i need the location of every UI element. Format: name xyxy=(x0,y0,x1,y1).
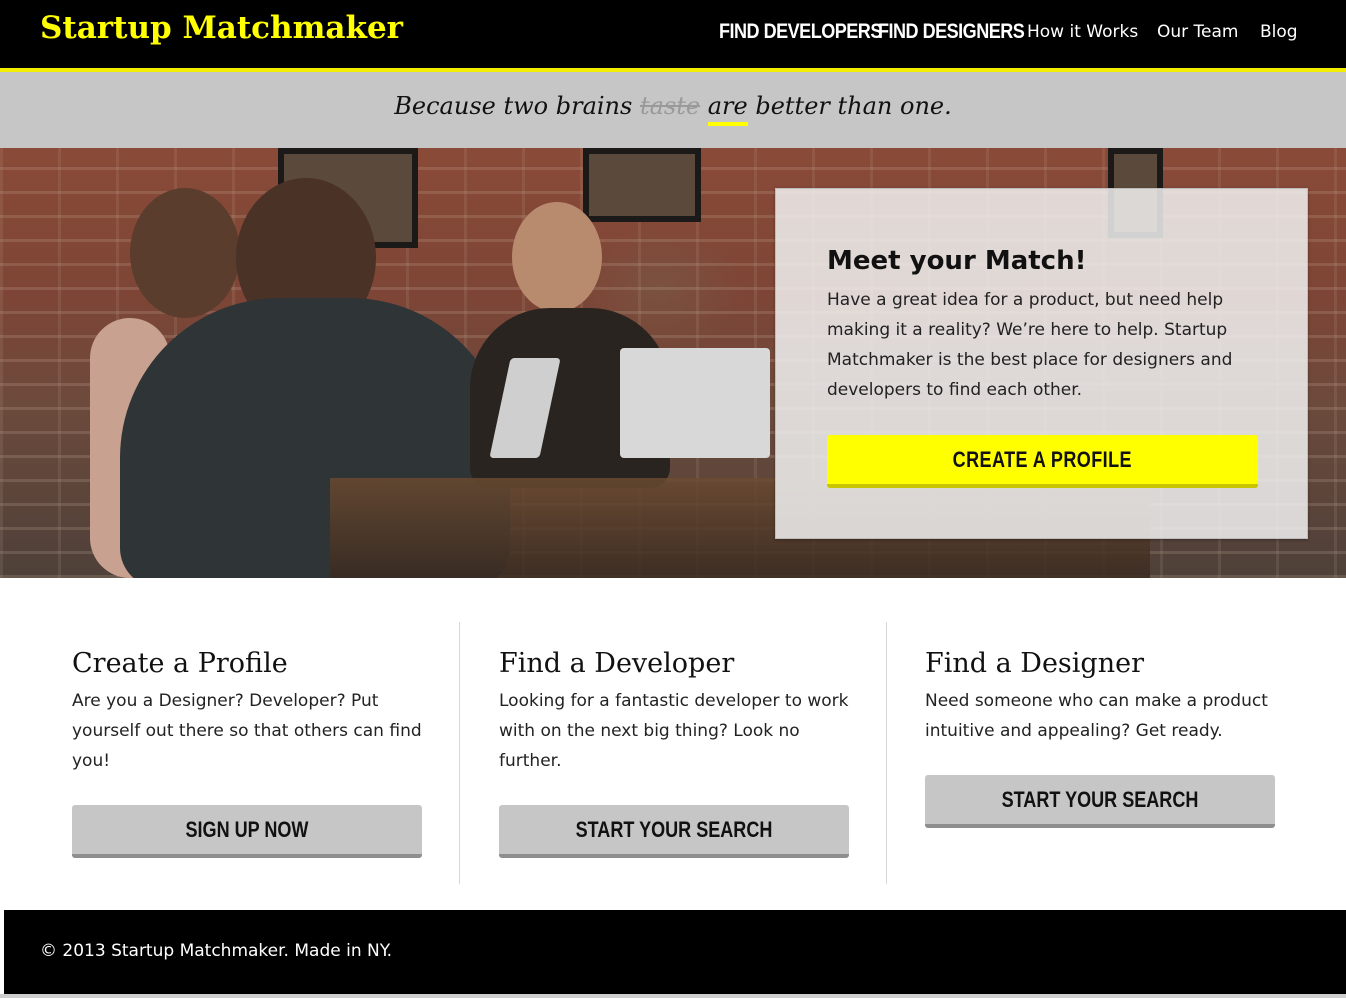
column-title: Find a Designer xyxy=(925,648,1144,679)
nav-how-it-works[interactable]: How it Works xyxy=(1027,22,1138,42)
tagline-start: Because two brains xyxy=(394,92,640,120)
hero-wall-art xyxy=(583,148,701,222)
nav-find-developers[interactable]: FIND DEVELOPERS xyxy=(719,20,882,44)
start-search-developer-button[interactable]: START YOUR SEARCH xyxy=(499,805,849,858)
tagline-struck-word: taste xyxy=(639,92,701,120)
start-search-designer-button[interactable]: START YOUR SEARCH xyxy=(925,775,1275,828)
column-text: Are you a Designer? Developer? Put yours… xyxy=(72,691,422,771)
column-find-developer: Find a Developer Looking for a fantastic… xyxy=(499,622,859,884)
column-find-designer: Find a Designer Need someone who can mak… xyxy=(925,622,1285,884)
tagline-end: better than one. xyxy=(747,92,952,120)
column-create-profile: Create a Profile Are you a Designer? Dev… xyxy=(72,622,432,884)
meet-your-match-card: Meet your Match! Have a great idea for a… xyxy=(775,188,1308,539)
hero-laptop xyxy=(620,348,770,458)
site-header: Startup Matchmaker FIND DEVELOPERS FIND … xyxy=(0,0,1346,68)
column-divider xyxy=(459,622,460,884)
hero-image: Meet your Match! Have a great idea for a… xyxy=(0,148,1346,578)
tagline-space xyxy=(700,92,708,120)
column-divider xyxy=(886,622,887,884)
match-card-title: Meet your Match! xyxy=(827,246,1087,276)
footer-bottom-strip xyxy=(0,994,1346,998)
hero-person xyxy=(130,188,240,318)
tagline-underlined-word: are xyxy=(707,92,748,126)
create-profile-button[interactable]: CREATE A PROFILE xyxy=(827,435,1258,488)
footer-copyright: © 2013 Startup Matchmaker. Made in NY. xyxy=(40,941,393,961)
site-footer: © 2013 Startup Matchmaker. Made in NY. xyxy=(4,910,1346,994)
site-logo[interactable]: Startup Matchmaker xyxy=(40,10,403,46)
start-search-developer-label: START YOUR SEARCH xyxy=(575,816,773,842)
nav-find-designers[interactable]: FIND DESIGNERS xyxy=(878,20,1025,44)
sign-up-now-label: SIGN UP NOW xyxy=(185,816,309,842)
column-text: Need someone who can make a product intu… xyxy=(925,691,1268,741)
hero-person xyxy=(512,202,602,312)
sign-up-now-button[interactable]: SIGN UP NOW xyxy=(72,805,422,858)
match-card-text: Have a great idea for a product, but nee… xyxy=(827,290,1233,400)
create-profile-label: CREATE A PROFILE xyxy=(952,446,1133,472)
column-title: Find a Developer xyxy=(499,648,735,679)
nav-blog[interactable]: Blog xyxy=(1260,22,1298,42)
column-title: Create a Profile xyxy=(72,648,288,679)
column-text: Looking for a fantastic developer to wor… xyxy=(499,691,849,771)
start-search-designer-label: START YOUR SEARCH xyxy=(1001,786,1199,812)
tagline: Because two brains taste are better than… xyxy=(0,92,1346,126)
nav-our-team[interactable]: Our Team xyxy=(1157,22,1238,42)
